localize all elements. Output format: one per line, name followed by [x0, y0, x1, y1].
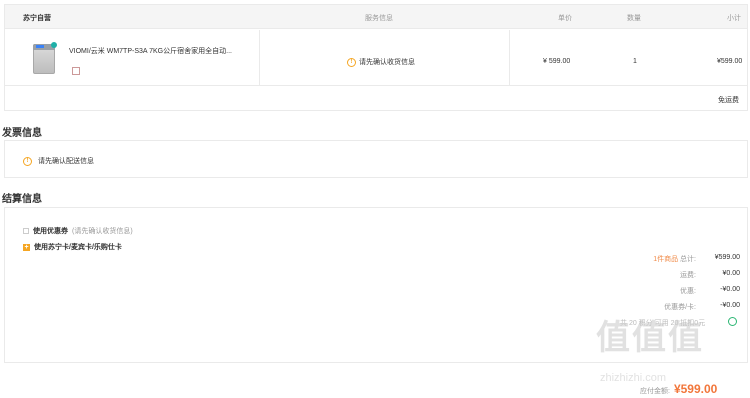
product-thumbnail[interactable]: [29, 42, 59, 76]
unit-price: ¥ 599.00: [543, 58, 571, 65]
invoice-section-title: 发票信息: [2, 128, 42, 139]
payable-label: 应付金额:: [640, 388, 670, 395]
invoice-note: ! 请先确认配送信息: [23, 156, 94, 166]
expand-plus-icon[interactable]: +: [23, 243, 30, 251]
order-table: 苏宁自营 服务信息 单价 数量 小计 VIOMI/云米 WM7TP-S3A 7K…: [4, 4, 748, 111]
summary-total-value: ¥599.00: [714, 254, 740, 261]
summary-total-key: 1件商品 总计:: [566, 254, 696, 264]
store-name[interactable]: 苏宁自营: [23, 13, 51, 23]
settlement-section-title: 结算信息: [2, 194, 42, 205]
service-note: ! 请先确认收货信息: [347, 57, 415, 67]
warning-icon: !: [23, 156, 32, 166]
service-note-text: 请先确认收货信息: [359, 59, 415, 66]
washer-panel: [36, 45, 44, 48]
coupon-checkbox[interactable]: [23, 228, 29, 234]
payable-amount: ¥599.00: [673, 382, 718, 396]
summary-total-label: 总计:: [680, 256, 696, 263]
summary-shipping-value: ¥0.00: [722, 270, 740, 277]
info-circle-icon[interactable]: [728, 317, 737, 326]
warning-icon: !: [347, 57, 356, 67]
watermark-logo: 值值值: [596, 319, 704, 357]
gift-icon[interactable]: [72, 67, 80, 75]
col-service: 服务信息: [365, 15, 393, 22]
use-coupon-option[interactable]: 使用优惠券 (请先确认收货信息): [23, 226, 133, 236]
item-count: 1件商品: [653, 256, 679, 263]
summary-shipping-key: 运费:: [680, 272, 696, 279]
summary-discount-row: 优惠: -¥0.00: [560, 286, 740, 296]
invoice-note-text: 请先确认配送信息: [38, 158, 94, 165]
watermark-site: zhizhizhi.com: [600, 372, 667, 384]
order-table-header: 苏宁自营 服务信息 单价 数量 小计: [5, 5, 747, 29]
product-name-link[interactable]: VIOMI/云米 WM7TP-S3A 7KG公斤宿舍家用全自动...: [69, 46, 259, 56]
summary-discount-key: 优惠:: [680, 288, 696, 295]
use-card-option[interactable]: + 使用苏宁卡/麦宾卡/乐购仕卡: [23, 242, 122, 252]
subtotal-value: ¥599.00: [717, 58, 743, 65]
shipping-label: 免运费: [718, 97, 739, 104]
coupon-label[interactable]: 使用优惠券: [33, 226, 68, 236]
col-price: 单价: [558, 15, 572, 22]
col-subtotal: 小计: [727, 15, 741, 22]
payable-total: 应付金额: ¥599.00: [640, 382, 717, 396]
divider: [259, 30, 260, 86]
coupon-hint: (请先确认收货信息): [72, 228, 133, 235]
summary-shipping-row: 运费: ¥0.00: [560, 270, 740, 280]
quantity-value: 1: [633, 58, 637, 65]
col-quantity: 数量: [627, 15, 641, 22]
brand-dot-icon: [51, 42, 57, 48]
order-item-row: VIOMI/云米 WM7TP-S3A 7KG公斤宿舍家用全自动... ! 请先确…: [5, 30, 747, 86]
summary-discount-value: -¥0.00: [720, 286, 740, 293]
summary-total-row: 1件商品 总计: ¥599.00: [560, 254, 740, 264]
invoice-box: ! 请先确认配送信息: [4, 140, 748, 178]
divider: [509, 30, 510, 86]
card-label[interactable]: 使用苏宁卡/麦宾卡/乐购仕卡: [34, 242, 122, 252]
